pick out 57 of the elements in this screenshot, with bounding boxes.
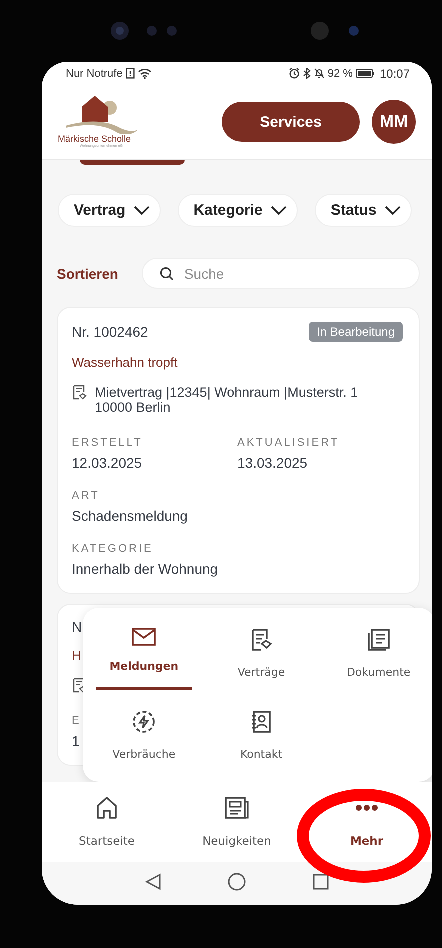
- field-label: ART: [72, 490, 100, 502]
- filter-dropdown[interactable]: Kategorie: [178, 194, 298, 227]
- ticket-number: N: [72, 619, 82, 635]
- ticket-number: Nr. 1002462: [72, 324, 148, 340]
- document-icon: [366, 628, 391, 652]
- menu-item[interactable]: Kontakt: [213, 704, 310, 772]
- contract-address: Mietvertrag |12345| Wohnraum |Musterstr. 1 10000 Berlin: [95, 385, 358, 415]
- search-field[interactable]: Suche: [142, 258, 420, 289]
- services-button[interactable]: Services: [222, 102, 360, 142]
- lightning-icon: [132, 710, 156, 734]
- menu-item[interactable]: Dokumente: [330, 622, 427, 690]
- muted-bell-icon: [314, 68, 325, 79]
- field-value: 13.03.2025: [238, 455, 308, 471]
- clock-time: 10:07: [380, 66, 410, 80]
- alarm-icon: [288, 68, 300, 79]
- field-value: 1: [72, 733, 80, 749]
- logo-name: Märkische Scholle: [58, 134, 132, 144]
- status-badge: In Bearbeitung: [308, 322, 403, 342]
- home-button[interactable]: [228, 872, 246, 890]
- contract-icon: [72, 385, 87, 400]
- field-value: Innerhalb der Wohnung: [72, 561, 218, 577]
- nav-tab[interactable]: Neuigkeiten: [196, 782, 278, 862]
- back-button[interactable]: [144, 872, 162, 890]
- battery-percent: 92 %: [328, 68, 353, 80]
- filter-dropdown[interactable]: Status: [314, 194, 412, 227]
- menu-item[interactable]: Verträge: [213, 622, 310, 690]
- chevron-down-icon: [270, 206, 287, 216]
- ticket-card[interactable]: Nr. 1002462 In Bearbeitung Wasserhahn tropft Mietvertrag |12345| Wohnraum |Musterstr. 1 10000 Berlin ERSTELLT 12.03.2025 AKTUALISIERT 13.03.2025 ART Schadensmeldung KATEGORIE Innerhalb der Wohnung: [57, 307, 420, 594]
- sort-button[interactable]: Sortieren: [57, 266, 118, 282]
- carrier-text: Nur Notrufe: [66, 68, 123, 80]
- recent-apps-button[interactable]: [312, 872, 330, 890]
- chevron-down-icon: [134, 206, 150, 216]
- field-value: Schadensmeldung: [72, 508, 188, 524]
- newspaper-icon: [224, 796, 250, 820]
- envelope-icon: [132, 628, 156, 646]
- ticket-title[interactable]: Wasserhahn tropft: [72, 355, 403, 370]
- contract-icon: [249, 628, 274, 652]
- sim-icon: [126, 68, 135, 79]
- home-icon: [94, 796, 119, 820]
- filter-dropdown[interactable]: Vertrag: [58, 194, 161, 227]
- field-value: 12.03.2025: [72, 455, 142, 471]
- menu-item[interactable]: Meldungen: [96, 622, 192, 690]
- more-icon: [354, 804, 379, 812]
- field-label: KATEGORIE: [72, 543, 154, 555]
- field-label: E: [72, 715, 82, 727]
- menu-item[interactable]: Verbräuche: [96, 704, 192, 772]
- nav-tab[interactable]: Mehr: [344, 782, 390, 862]
- nav-tab[interactable]: Startseite: [73, 782, 141, 862]
- field-label: ERSTELLT: [72, 437, 143, 449]
- battery-icon: [356, 69, 375, 78]
- field-label: AKTUALISIERT: [238, 437, 340, 449]
- wifi-icon: [138, 68, 152, 79]
- user-avatar[interactable]: MM: [372, 100, 416, 144]
- address-book-icon: [249, 710, 274, 734]
- search-icon: [160, 267, 174, 281]
- chevron-down-icon: [384, 206, 401, 216]
- bluetooth-icon: [302, 68, 311, 79]
